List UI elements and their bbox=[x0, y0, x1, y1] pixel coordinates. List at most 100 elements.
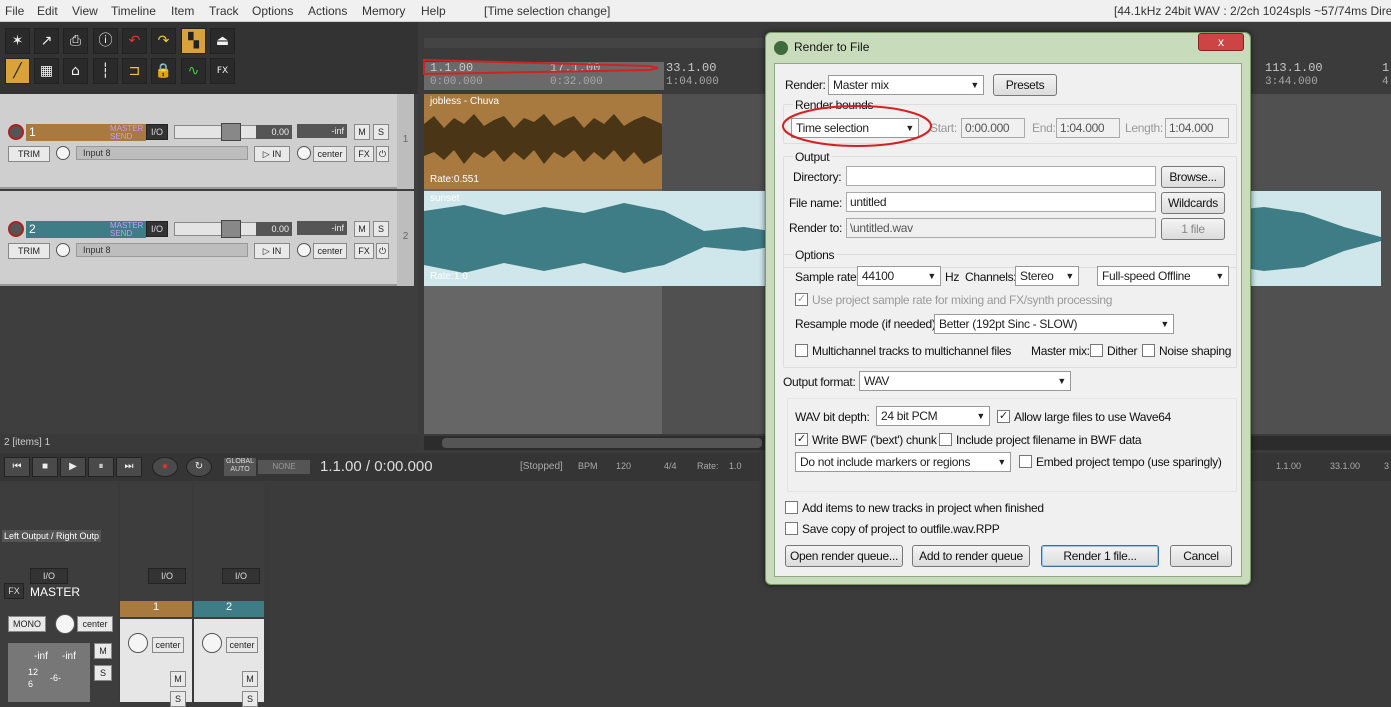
solo-button[interactable]: S bbox=[242, 691, 258, 707]
menu-track[interactable]: Track bbox=[209, 4, 239, 18]
bitdepth-select[interactable]: 24 bit PCM ▼ bbox=[876, 406, 990, 426]
end-field[interactable]: 1:04.000 bbox=[1056, 118, 1120, 138]
lock-icon[interactable]: 🔒 bbox=[151, 58, 176, 84]
noise-shaping-checkbox[interactable] bbox=[1142, 344, 1155, 357]
io-button[interactable]: I/O bbox=[146, 124, 168, 140]
pan-knob[interactable] bbox=[297, 146, 311, 160]
fader-knob[interactable] bbox=[221, 220, 241, 238]
pause-icon[interactable]: ⏸ bbox=[88, 457, 114, 477]
menu-help[interactable]: Help bbox=[421, 4, 446, 18]
use-project-rate-checkbox[interactable]: ✓ bbox=[795, 293, 808, 306]
phase-icon[interactable] bbox=[56, 243, 70, 257]
menu-file[interactable]: File bbox=[5, 4, 24, 18]
open-project-icon[interactable]: ↗ bbox=[34, 28, 59, 54]
trim-button[interactable]: TRIM bbox=[8, 146, 50, 162]
cancel-button[interactable]: Cancel bbox=[1170, 545, 1232, 567]
record-arm-button[interactable] bbox=[8, 221, 24, 237]
menu-edit[interactable]: Edit bbox=[37, 4, 58, 18]
fader-knob[interactable] bbox=[221, 123, 241, 141]
trim-button[interactable]: TRIM bbox=[8, 243, 50, 259]
bpm-value[interactable]: 120 bbox=[616, 461, 631, 471]
go-start-icon[interactable]: ⏮ bbox=[4, 457, 30, 477]
menu-view[interactable]: View bbox=[72, 4, 98, 18]
automation-mode[interactable]: NONE bbox=[258, 460, 310, 474]
pan-knob[interactable] bbox=[128, 633, 148, 653]
menu-timeline[interactable]: Timeline bbox=[111, 4, 156, 18]
pan-knob[interactable] bbox=[202, 633, 222, 653]
metronome-icon[interactable]: ⏏ bbox=[210, 28, 235, 54]
speed-select[interactable]: Full-speed Offline ▼ bbox=[1097, 266, 1229, 286]
solo-button[interactable]: S bbox=[373, 221, 389, 237]
project-settings-icon[interactable]: ⓘ bbox=[93, 28, 118, 54]
embed-tempo-checkbox[interactable] bbox=[1019, 455, 1032, 468]
save-copy-checkbox[interactable] bbox=[785, 522, 798, 535]
close-button[interactable]: x bbox=[1198, 33, 1244, 51]
menu-options[interactable]: Options bbox=[252, 4, 293, 18]
fx-icon[interactable]: FX bbox=[210, 58, 235, 84]
fx-button[interactable]: FX bbox=[354, 146, 374, 162]
grid-icon[interactable]: ╱ bbox=[5, 58, 30, 84]
mute-button[interactable]: M bbox=[354, 221, 370, 237]
track-1-item[interactable]: jobless - Chuva Rate:0.551 bbox=[424, 94, 662, 189]
format-select[interactable]: WAV ▼ bbox=[859, 371, 1071, 391]
bwf-checkbox[interactable]: ✓ bbox=[795, 433, 808, 446]
open-render-queue-button[interactable]: Open render queue... bbox=[785, 545, 903, 567]
undo-icon[interactable]: ↶ bbox=[122, 28, 147, 54]
directory-field[interactable] bbox=[846, 166, 1156, 186]
mute-button[interactable]: M bbox=[170, 671, 186, 687]
global-auto-button[interactable]: GLOBAL AUTO bbox=[224, 458, 256, 476]
dither-checkbox[interactable] bbox=[1090, 344, 1103, 357]
io-button[interactable]: I/O bbox=[148, 568, 186, 584]
channels-select[interactable]: Stereo ▼ bbox=[1015, 266, 1079, 286]
phase-icon[interactable] bbox=[56, 146, 70, 160]
mute-button[interactable]: M bbox=[242, 671, 258, 687]
add-to-render-queue-button[interactable]: Add to render queue bbox=[912, 545, 1030, 567]
monitor-button[interactable]: ▷ IN bbox=[254, 243, 290, 259]
menu-actions[interactable]: Actions bbox=[308, 4, 347, 18]
track-2-header[interactable]: 2 MASTER SEND I/O 0.00 -inf M S TRIM Inp… bbox=[0, 191, 397, 286]
mute-button[interactable]: M bbox=[354, 124, 370, 140]
go-end-icon[interactable]: ⏭ bbox=[116, 457, 142, 477]
item-grouping-icon[interactable]: ▦ bbox=[34, 58, 59, 84]
redo-icon[interactable]: ↷ bbox=[151, 28, 176, 54]
io-button[interactable]: I/O bbox=[30, 568, 68, 584]
save-project-icon[interactable]: ⎙ bbox=[63, 28, 88, 54]
input-select[interactable]: Input 8 bbox=[76, 243, 248, 257]
stop-icon[interactable]: ■ bbox=[32, 457, 58, 477]
monitor-button[interactable]: ▷ IN bbox=[254, 146, 290, 162]
start-field[interactable]: 0:00.000 bbox=[961, 118, 1025, 138]
io-button[interactable]: I/O bbox=[222, 568, 260, 584]
input-select[interactable]: Input 8 bbox=[76, 146, 248, 160]
io-button[interactable]: I/O bbox=[146, 221, 168, 237]
samplerate-select[interactable]: 44100 ▼ bbox=[857, 266, 941, 286]
track-1-header[interactable]: 1 MASTER SEND I/O 0.00 -inf M S TRIM Inp… bbox=[0, 94, 397, 189]
menu-item[interactable]: Item bbox=[171, 4, 194, 18]
grid-lines-icon[interactable]: ┆ bbox=[93, 58, 118, 84]
resample-select[interactable]: Better (192pt Sinc - SLOW) ▼ bbox=[934, 314, 1174, 334]
solo-button[interactable]: S bbox=[373, 124, 389, 140]
power-icon[interactable]: ⏻ bbox=[376, 146, 389, 162]
render-button[interactable]: Render 1 file... bbox=[1041, 545, 1159, 567]
add-items-checkbox[interactable] bbox=[785, 501, 798, 514]
mono-button[interactable]: MONO bbox=[8, 616, 46, 632]
wildcards-button[interactable]: Wildcards bbox=[1161, 192, 1225, 214]
include-filename-checkbox[interactable] bbox=[939, 433, 952, 446]
filename-field[interactable]: untitled bbox=[846, 192, 1156, 212]
markers-select[interactable]: Do not include markers or regions ▼ bbox=[795, 452, 1011, 472]
time-signature[interactable]: 4/4 bbox=[664, 461, 677, 471]
fx-button[interactable]: FX bbox=[4, 583, 24, 599]
ripple-icon[interactable]: ⌂ bbox=[63, 58, 88, 84]
envelope-icon[interactable]: ∿ bbox=[181, 58, 206, 84]
power-icon[interactable]: ⏻ bbox=[376, 243, 389, 259]
scrollbar-thumb[interactable] bbox=[442, 438, 762, 448]
record-arm-button[interactable] bbox=[8, 124, 24, 140]
solo-button[interactable]: S bbox=[170, 691, 186, 707]
render-source-select[interactable]: Master mix ▼ bbox=[828, 75, 984, 95]
pan-knob[interactable] bbox=[55, 614, 75, 634]
repeat-icon[interactable]: ↻ bbox=[186, 457, 212, 477]
snap-icon[interactable]: ▚ bbox=[181, 28, 206, 54]
browse-button[interactable]: Browse... bbox=[1161, 166, 1225, 188]
menu-memory[interactable]: Memory bbox=[362, 4, 405, 18]
solo-button[interactable]: S bbox=[94, 665, 112, 681]
wave64-checkbox[interactable]: ✓ bbox=[997, 410, 1010, 423]
